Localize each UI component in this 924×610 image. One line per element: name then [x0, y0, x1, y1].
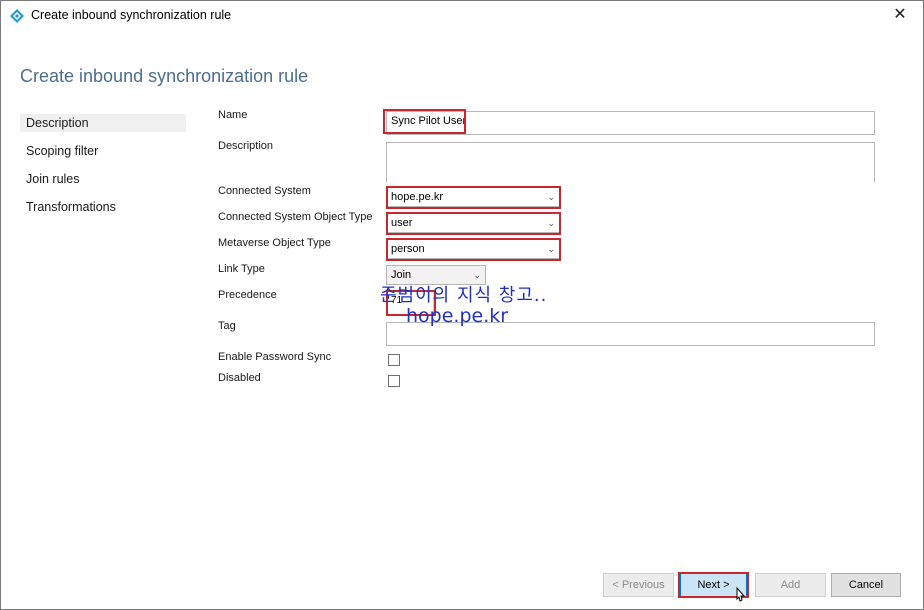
link-type-label: Link Type	[218, 263, 265, 275]
chevron-down-icon: ⌄	[547, 192, 555, 202]
nav-item-transformations[interactable]: Transformations	[20, 198, 186, 216]
add-button[interactable]: Add	[755, 573, 826, 597]
name-input[interactable]: Sync Pilot User	[386, 111, 875, 135]
mv-object-type-select[interactable]: person ⌄	[386, 239, 560, 259]
link-type-value: Join	[391, 269, 412, 281]
connected-system-select[interactable]: hope.pe.kr ⌄	[386, 187, 560, 207]
chevron-down-icon: ⌄	[473, 270, 481, 280]
watermark-line1: 준범이의 지식 창고..	[380, 285, 548, 306]
mouse-cursor-icon	[736, 587, 746, 602]
description-input[interactable]	[386, 142, 875, 182]
enable-password-sync-checkbox[interactable]	[388, 354, 400, 366]
page-title: Create inbound synchronization rule	[20, 66, 309, 86]
tag-label: Tag	[218, 320, 236, 332]
nav-item-scoping-filter[interactable]: Scoping filter	[20, 142, 186, 160]
cancel-button[interactable]: Cancel	[831, 573, 901, 597]
cs-object-type-value: user	[391, 217, 413, 229]
description-label: Description	[218, 140, 274, 152]
chevron-down-icon: ⌄	[547, 244, 555, 254]
nav-item-join-rules[interactable]: Join rules	[20, 170, 186, 188]
cs-object-type-select[interactable]: user ⌄	[386, 213, 560, 233]
sync-diamond-icon	[10, 9, 24, 23]
enable-password-sync-label: Enable Password Sync	[218, 351, 332, 363]
window-title: Create inbound synchronization rule	[31, 8, 232, 22]
watermark-line2: hope.pe.kr	[406, 305, 509, 327]
chevron-down-icon: ⌄	[547, 218, 555, 228]
precedence-label: Precedence	[218, 289, 277, 301]
previous-button[interactable]: < Previous	[603, 573, 674, 597]
cs-object-type-label: Connected System Object Type	[218, 211, 373, 223]
connected-system-label: Connected System	[218, 185, 311, 197]
title-bar: Create inbound synchronization rule ✕	[1, 1, 923, 31]
mv-object-type-value: person	[391, 243, 425, 255]
nav-item-description[interactable]: Description	[20, 114, 186, 132]
disabled-label: Disabled	[218, 372, 261, 384]
close-button[interactable]: ✕	[889, 5, 911, 25]
wizard-nav: Description Scoping filter Join rules Tr…	[20, 114, 186, 226]
connected-system-value: hope.pe.kr	[391, 191, 443, 203]
mv-object-type-label: Metaverse Object Type	[218, 237, 331, 249]
name-label: Name	[218, 109, 248, 121]
disabled-checkbox[interactable]	[388, 375, 400, 387]
